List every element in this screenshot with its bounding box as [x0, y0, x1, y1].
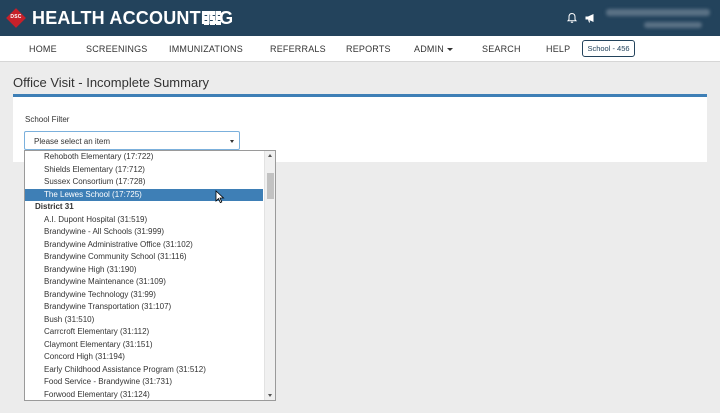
top-bar: DSC HEALTH ACCOUNTING [0, 0, 720, 36]
dropdown-option[interactable]: A.I. Dupont Hospital (31:519) [25, 214, 263, 227]
chevron-down-icon [230, 140, 234, 143]
user-role-blurred [644, 22, 702, 28]
school-dropdown-list: Rehoboth Elementary (17:722) Shields Ele… [25, 151, 263, 401]
nav-search[interactable]: SEARCH [482, 44, 521, 54]
user-info-blurred [606, 9, 710, 16]
dropdown-option[interactable]: Brandywine Administrative Office (31:102… [25, 239, 263, 252]
main-nav: HOME SCREENINGS IMMUNIZATIONS REFERRALS … [0, 36, 720, 62]
nav-immunizations[interactable]: IMMUNIZATIONS [169, 44, 243, 54]
dropdown-option[interactable]: Shields Elementary (17:712) [25, 164, 263, 177]
dropdown-option[interactable]: Food Service - Brandywine (31:731) [25, 376, 263, 389]
dropdown-option[interactable]: Claymont Elementary (31:151) [25, 339, 263, 352]
dropdown-scrollbar[interactable] [264, 151, 275, 400]
dropdown-option[interactable]: Carrcroft Elementary (31:112) [25, 326, 263, 339]
school-filter-label: School Filter [25, 115, 70, 124]
nav-screenings[interactable]: SCREENINGS [86, 44, 148, 54]
logo-text: DSC [10, 14, 22, 20]
nav-referrals[interactable]: REFERRALS [270, 44, 326, 54]
page-title: Office Visit - Incomplete Summary [13, 75, 210, 90]
dropdown-option[interactable]: Brandywine High (31:190) [25, 264, 263, 277]
dropdown-option[interactable]: Concord High (31:194) [25, 351, 263, 364]
dropdown-option[interactable]: Brandywine Maintenance (31:109) [25, 276, 263, 289]
mouse-pointer-icon [215, 190, 225, 204]
dropdown-option[interactable]: Early Childhood Assistance Program (31:5… [25, 364, 263, 377]
school-dropdown: Rehoboth Elementary (17:722) Shields Ele… [24, 150, 276, 401]
apps-grid-icon[interactable] [204, 11, 222, 25]
dropdown-option-highlighted[interactable]: The Lewes School (17:725) [25, 188, 263, 201]
dropdown-group-header: District 31 [35, 202, 74, 211]
scroll-down-icon[interactable] [268, 394, 272, 397]
megaphone-icon[interactable] [584, 12, 596, 24]
nav-admin[interactable]: ADMIN [414, 44, 453, 54]
logo[interactable]: DSC [6, 8, 26, 28]
scroll-up-icon[interactable] [268, 154, 272, 157]
dropdown-option[interactable]: Brandywine Technology (31:99) [25, 289, 263, 302]
school-badge[interactable]: School - 456 [582, 40, 635, 57]
bell-icon[interactable] [566, 12, 578, 24]
nav-home[interactable]: HOME [29, 44, 57, 54]
dropdown-option[interactable]: Brandywine Transportation (31:107) [25, 301, 263, 314]
select-placeholder: Please select an item [34, 137, 111, 146]
nav-admin-label: ADMIN [414, 44, 444, 54]
dropdown-option[interactable]: Brandywine Community School (31:116) [25, 251, 263, 264]
school-filter-select[interactable]: Please select an item [24, 131, 240, 150]
dropdown-option[interactable]: Brandywine - All Schools (31:999) [25, 226, 263, 239]
scrollbar-thumb[interactable] [267, 173, 274, 199]
dropdown-option[interactable]: Sussex Consortium (17:728) [25, 176, 263, 189]
dropdown-option[interactable]: Rehoboth Elementary (17:722) [25, 151, 263, 164]
dropdown-option[interactable]: Bush (31:510) [25, 314, 263, 327]
caret-down-icon [447, 48, 453, 52]
dropdown-option[interactable]: Forwood Elementary (31:124) [25, 389, 263, 401]
nav-help[interactable]: HELP [546, 44, 570, 54]
nav-reports[interactable]: REPORTS [346, 44, 391, 54]
